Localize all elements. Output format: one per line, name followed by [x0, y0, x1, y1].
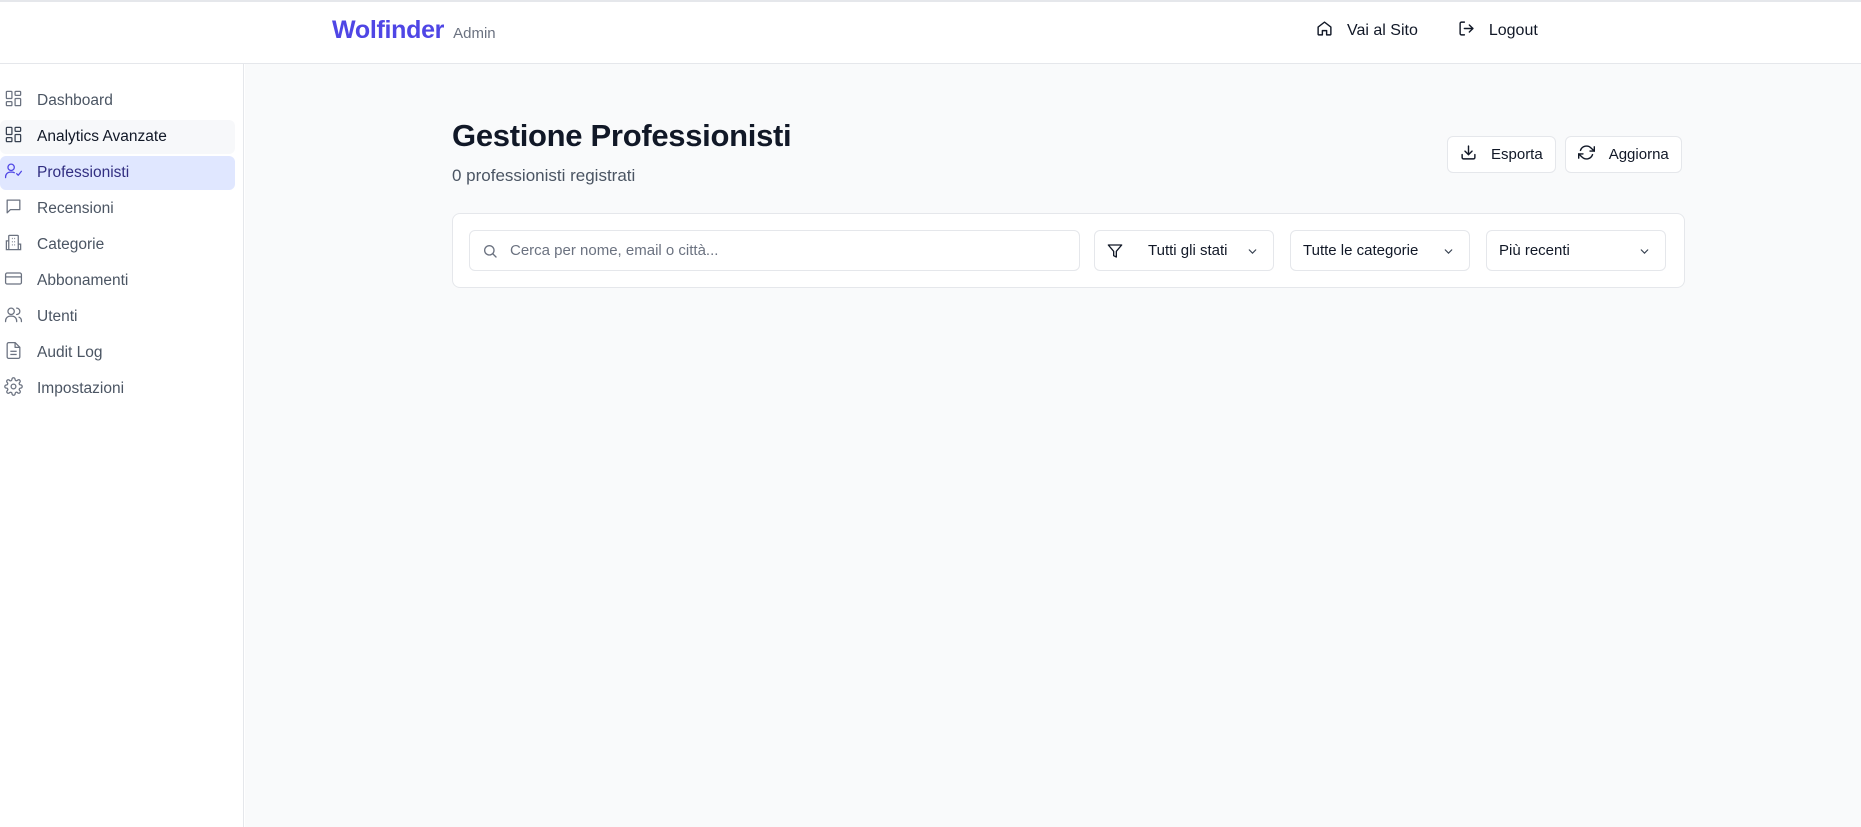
sort-value: Più recenti [1499, 242, 1570, 259]
user-check-icon [4, 161, 23, 185]
sidebar-item-recensioni[interactable]: Recensioni [0, 192, 235, 226]
sidebar-item-dashboard[interactable]: Dashboard [0, 84, 235, 118]
sidebar-item-categorie[interactable]: Categorie [0, 228, 235, 262]
credit-card-icon [4, 269, 23, 293]
sidebar-item-label: Impostazioni [37, 380, 125, 397]
brand[interactable]: Wolfinder Admin [332, 16, 496, 45]
page-subtitle: 0 professionisti registrati [452, 166, 636, 185]
sidebar-item-abbonamenti[interactable]: Abbonamenti [0, 264, 235, 298]
visit-site-label: Vai al Sito [1347, 22, 1418, 39]
status-filter-value: Tutti gli stati [1148, 242, 1228, 259]
analytics-icon [4, 125, 23, 149]
sidebar-item-label: Audit Log [37, 344, 103, 361]
dashboard-icon [4, 89, 23, 113]
category-filter-select[interactable]: Tutte le categorie [1290, 230, 1470, 271]
sidebar-item-label: Dashboard [37, 92, 113, 109]
category-filter-value: Tutte le categorie [1303, 242, 1419, 259]
sidebar-item-label: Analytics Avanzate [37, 128, 167, 145]
page-actions: Esporta Aggiorna [1447, 136, 1682, 173]
page-title: Gestione Professionisti [452, 118, 792, 153]
sidebar-item-utenti[interactable]: Utenti [0, 300, 235, 334]
sidebar-item-label: Utenti [37, 308, 78, 325]
logout-label: Logout [1488, 22, 1538, 39]
search-box[interactable] [469, 230, 1080, 271]
refresh-button[interactable]: Aggiorna [1564, 136, 1682, 173]
sidebar-item-analytics[interactable]: Analytics Avanzate [0, 120, 235, 154]
download-icon [1460, 144, 1477, 165]
export-button[interactable]: Esporta [1447, 136, 1556, 173]
users-icon [4, 305, 23, 329]
home-icon [1316, 20, 1333, 42]
visit-site-link[interactable]: Vai al Sito [1316, 20, 1418, 42]
sidebar-item-audit-log[interactable]: Audit Log [0, 336, 235, 370]
sort-select[interactable]: Più recenti [1486, 230, 1666, 271]
refresh-icon [1577, 144, 1595, 165]
sidebar-item-label: Abbonamenti [37, 272, 129, 289]
top-bar: Wolfinder Admin Vai al Sito Logout [0, 0, 1861, 64]
sidebar-item-professionisti[interactable]: Professionisti [0, 156, 235, 190]
gear-icon [4, 377, 23, 401]
search-input[interactable] [510, 231, 1070, 270]
message-icon [4, 197, 23, 221]
top-actions: Vai al Sito Logout [1316, 20, 1538, 42]
brand-name[interactable]: Wolfinder [332, 16, 444, 45]
refresh-label: Aggiorna [1608, 146, 1669, 163]
export-label: Esporta [1491, 146, 1543, 163]
sidebar-item-impostazioni[interactable]: Impostazioni [0, 372, 235, 406]
sidebar-item-label: Categorie [37, 236, 105, 253]
logout-link[interactable]: Logout [1458, 20, 1538, 42]
sidebar-item-label: Professionisti [37, 164, 130, 181]
brand-subtitle: Admin [453, 25, 496, 42]
filter-card: Tutti gli stati Tutte le categorie Più r… [452, 213, 1685, 288]
logout-icon [1458, 20, 1475, 42]
file-text-icon [4, 341, 23, 365]
building-icon [4, 233, 23, 257]
sidebar: Dashboard Analytics Avanzate Professioni… [0, 64, 244, 827]
status-filter-select[interactable]: Tutti gli stati [1094, 230, 1274, 271]
sidebar-item-label: Recensioni [37, 200, 114, 217]
main-content: Gestione Professionisti 0 professionisti… [245, 64, 1861, 827]
